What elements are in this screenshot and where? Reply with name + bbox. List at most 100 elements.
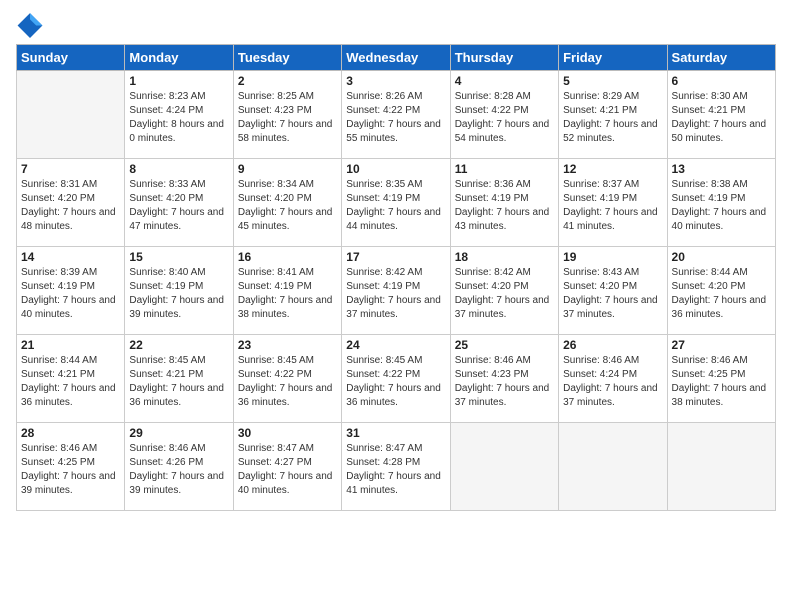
calendar-cell: 5 Sunrise: 8:29 AMSunset: 4:21 PMDaylight… xyxy=(559,71,667,159)
logo xyxy=(16,10,48,38)
day-detail: Sunrise: 8:46 AMSunset: 4:23 PMDaylight:… xyxy=(455,354,554,410)
header-day-saturday: Saturday xyxy=(667,45,775,71)
day-number: 24 xyxy=(346,338,445,352)
day-number: 8 xyxy=(129,162,228,176)
calendar-cell: 19 Sunrise: 8:43 AMSunset: 4:20 PMDayligh… xyxy=(559,247,667,335)
calendar-cell: 20 Sunrise: 8:44 AMSunset: 4:20 PMDayligh… xyxy=(667,247,775,335)
day-detail: Sunrise: 8:28 AMSunset: 4:22 PMDaylight:… xyxy=(455,90,554,146)
header-day-monday: Monday xyxy=(125,45,233,71)
day-number: 19 xyxy=(563,250,662,264)
week-row-1: 1 Sunrise: 8:23 AMSunset: 4:24 PMDaylight… xyxy=(17,71,776,159)
day-detail: Sunrise: 8:25 AMSunset: 4:23 PMDaylight:… xyxy=(238,90,337,146)
day-number: 30 xyxy=(238,426,337,440)
calendar-cell: 14 Sunrise: 8:39 AMSunset: 4:19 PMDayligh… xyxy=(17,247,125,335)
calendar-cell: 12 Sunrise: 8:37 AMSunset: 4:19 PMDayligh… xyxy=(559,159,667,247)
calendar-cell: 24 Sunrise: 8:45 AMSunset: 4:22 PMDayligh… xyxy=(342,335,450,423)
day-number: 14 xyxy=(21,250,120,264)
day-number: 22 xyxy=(129,338,228,352)
calendar-cell: 2 Sunrise: 8:25 AMSunset: 4:23 PMDaylight… xyxy=(233,71,341,159)
day-detail: Sunrise: 8:40 AMSunset: 4:19 PMDaylight:… xyxy=(129,266,228,322)
calendar-cell: 31 Sunrise: 8:47 AMSunset: 4:28 PMDayligh… xyxy=(342,423,450,511)
calendar-cell: 25 Sunrise: 8:46 AMSunset: 4:23 PMDayligh… xyxy=(450,335,558,423)
calendar-cell: 4 Sunrise: 8:28 AMSunset: 4:22 PMDaylight… xyxy=(450,71,558,159)
day-number: 4 xyxy=(455,74,554,88)
day-detail: Sunrise: 8:46 AMSunset: 4:24 PMDaylight:… xyxy=(563,354,662,410)
calendar-cell: 16 Sunrise: 8:41 AMSunset: 4:19 PMDayligh… xyxy=(233,247,341,335)
day-number: 17 xyxy=(346,250,445,264)
calendar-cell: 15 Sunrise: 8:40 AMSunset: 4:19 PMDayligh… xyxy=(125,247,233,335)
day-detail: Sunrise: 8:44 AMSunset: 4:21 PMDaylight:… xyxy=(21,354,120,410)
day-detail: Sunrise: 8:46 AMSunset: 4:25 PMDaylight:… xyxy=(21,442,120,498)
day-detail: Sunrise: 8:45 AMSunset: 4:22 PMDaylight:… xyxy=(238,354,337,410)
header-day-sunday: Sunday xyxy=(17,45,125,71)
calendar-cell: 3Sunrise: 8:26 AMSunset: 4:22 PMDaylight… xyxy=(342,71,450,159)
day-number: 2 xyxy=(238,74,337,88)
logo-icon xyxy=(16,10,44,38)
day-number: 23 xyxy=(238,338,337,352)
calendar-cell: 27Sunrise: 8:46 AMSunset: 4:25 PMDayligh… xyxy=(667,335,775,423)
day-number: 9 xyxy=(238,162,337,176)
calendar-cell: 10 Sunrise: 8:35 AMSunset: 4:19 PMDayligh… xyxy=(342,159,450,247)
week-row-5: 28 Sunrise: 8:46 AMSunset: 4:25 PMDayligh… xyxy=(17,423,776,511)
day-detail: Sunrise: 8:44 AMSunset: 4:20 PMDaylight:… xyxy=(672,266,771,322)
day-number: 28 xyxy=(21,426,120,440)
calendar-cell: 30 Sunrise: 8:47 AMSunset: 4:27 PMDayligh… xyxy=(233,423,341,511)
day-detail: Sunrise: 8:29 AMSunset: 4:21 PMDaylight:… xyxy=(563,90,662,146)
calendar-cell: 17Sunrise: 8:42 AMSunset: 4:19 PMDayligh… xyxy=(342,247,450,335)
header-day-tuesday: Tuesday xyxy=(233,45,341,71)
calendar-cell xyxy=(450,423,558,511)
calendar-cell: 1 Sunrise: 8:23 AMSunset: 4:24 PMDaylight… xyxy=(125,71,233,159)
calendar-cell: 22Sunrise: 8:45 AMSunset: 4:21 PMDayligh… xyxy=(125,335,233,423)
day-number: 16 xyxy=(238,250,337,264)
day-detail: Sunrise: 8:23 AMSunset: 4:24 PMDaylight:… xyxy=(129,90,228,146)
day-detail: Sunrise: 8:33 AMSunset: 4:20 PMDaylight:… xyxy=(129,178,228,234)
day-detail: Sunrise: 8:37 AMSunset: 4:19 PMDaylight:… xyxy=(563,178,662,234)
calendar-table: SundayMondayTuesdayWednesdayThursdayFrid… xyxy=(16,44,776,511)
day-number: 6 xyxy=(672,74,771,88)
day-detail: Sunrise: 8:41 AMSunset: 4:19 PMDaylight:… xyxy=(238,266,337,322)
day-number: 31 xyxy=(346,426,445,440)
header-day-thursday: Thursday xyxy=(450,45,558,71)
day-number: 12 xyxy=(563,162,662,176)
day-detail: Sunrise: 8:38 AMSunset: 4:19 PMDaylight:… xyxy=(672,178,771,234)
day-detail: Sunrise: 8:42 AMSunset: 4:20 PMDaylight:… xyxy=(455,266,554,322)
day-detail: Sunrise: 8:47 AMSunset: 4:27 PMDaylight:… xyxy=(238,442,337,498)
day-detail: Sunrise: 8:34 AMSunset: 4:20 PMDaylight:… xyxy=(238,178,337,234)
day-detail: Sunrise: 8:30 AMSunset: 4:21 PMDaylight:… xyxy=(672,90,771,146)
calendar-cell: 29Sunrise: 8:46 AMSunset: 4:26 PMDayligh… xyxy=(125,423,233,511)
day-number: 18 xyxy=(455,250,554,264)
day-number: 5 xyxy=(563,74,662,88)
day-detail: Sunrise: 8:31 AMSunset: 4:20 PMDaylight:… xyxy=(21,178,120,234)
day-detail: Sunrise: 8:39 AMSunset: 4:19 PMDaylight:… xyxy=(21,266,120,322)
calendar-cell: 6 Sunrise: 8:30 AMSunset: 4:21 PMDaylight… xyxy=(667,71,775,159)
day-number: 1 xyxy=(129,74,228,88)
day-detail: Sunrise: 8:43 AMSunset: 4:20 PMDaylight:… xyxy=(563,266,662,322)
day-detail: Sunrise: 8:47 AMSunset: 4:28 PMDaylight:… xyxy=(346,442,445,498)
calendar-cell: 21 Sunrise: 8:44 AMSunset: 4:21 PMDayligh… xyxy=(17,335,125,423)
day-number: 21 xyxy=(21,338,120,352)
day-detail: Sunrise: 8:46 AMSunset: 4:25 PMDaylight:… xyxy=(672,354,771,410)
day-number: 25 xyxy=(455,338,554,352)
day-number: 20 xyxy=(672,250,771,264)
calendar-cell: 13Sunrise: 8:38 AMSunset: 4:19 PMDayligh… xyxy=(667,159,775,247)
day-number: 3 xyxy=(346,74,445,88)
week-row-4: 21 Sunrise: 8:44 AMSunset: 4:21 PMDayligh… xyxy=(17,335,776,423)
day-number: 15 xyxy=(129,250,228,264)
calendar-cell: 23 Sunrise: 8:45 AMSunset: 4:22 PMDayligh… xyxy=(233,335,341,423)
calendar-cell: 9 Sunrise: 8:34 AMSunset: 4:20 PMDaylight… xyxy=(233,159,341,247)
calendar-header-row: SundayMondayTuesdayWednesdayThursdayFrid… xyxy=(17,45,776,71)
day-number: 7 xyxy=(21,162,120,176)
day-number: 11 xyxy=(455,162,554,176)
calendar-cell: 28 Sunrise: 8:46 AMSunset: 4:25 PMDayligh… xyxy=(17,423,125,511)
page: SundayMondayTuesdayWednesdayThursdayFrid… xyxy=(0,0,792,612)
day-detail: Sunrise: 8:36 AMSunset: 4:19 PMDaylight:… xyxy=(455,178,554,234)
day-number: 26 xyxy=(563,338,662,352)
calendar-cell xyxy=(559,423,667,511)
day-detail: Sunrise: 8:35 AMSunset: 4:19 PMDaylight:… xyxy=(346,178,445,234)
day-detail: Sunrise: 8:45 AMSunset: 4:22 PMDaylight:… xyxy=(346,354,445,410)
calendar-cell: 7 Sunrise: 8:31 AMSunset: 4:20 PMDaylight… xyxy=(17,159,125,247)
day-number: 29 xyxy=(129,426,228,440)
day-number: 10 xyxy=(346,162,445,176)
calendar-cell xyxy=(17,71,125,159)
calendar-cell: 18 Sunrise: 8:42 AMSunset: 4:20 PMDayligh… xyxy=(450,247,558,335)
